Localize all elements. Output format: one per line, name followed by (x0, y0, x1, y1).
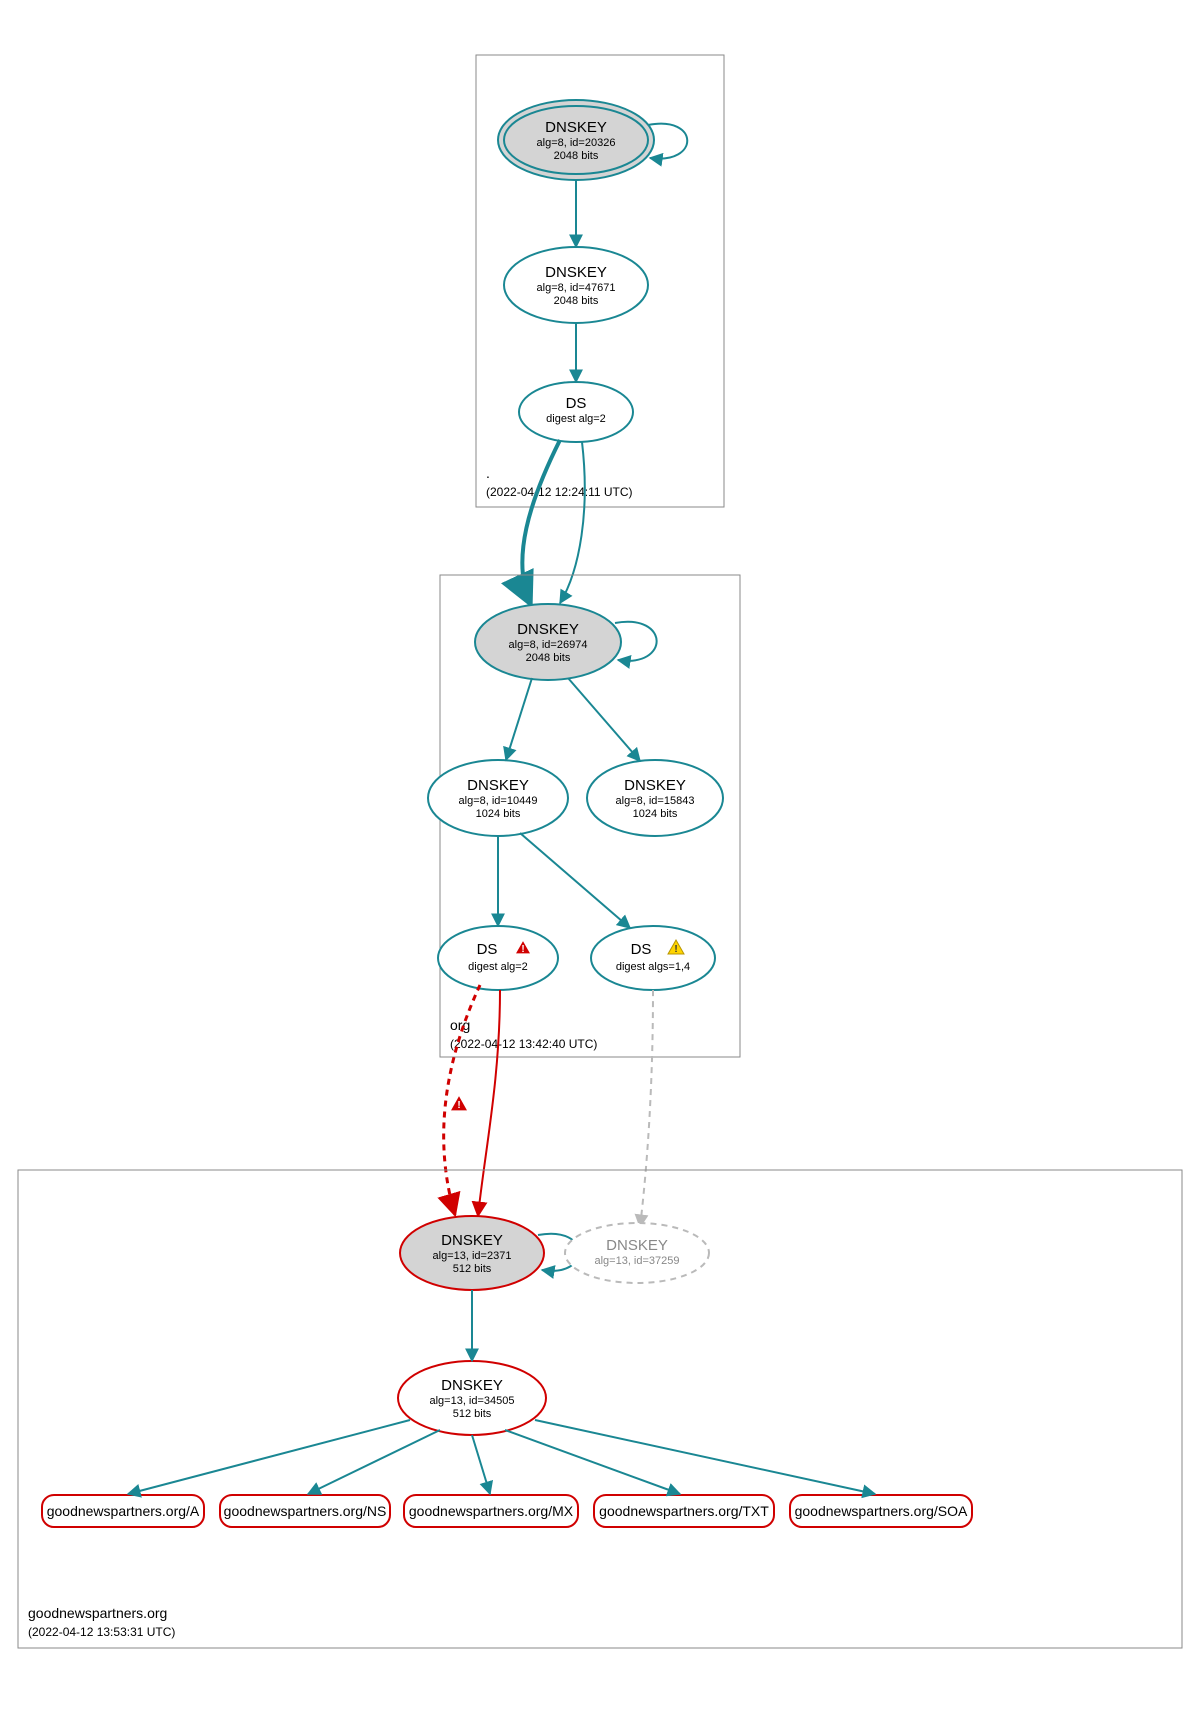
svg-text:alg=13, id=37259: alg=13, id=37259 (594, 1255, 679, 1267)
edge-org-ds1-dom-ksk-solid (478, 990, 500, 1216)
zone-root: . (2022-04-12 12:24:11 UTC) DNSKEY alg=8… (476, 55, 724, 507)
dnssec-diagram: . (2022-04-12 12:24:11 UTC) DNSKEY alg=8… (0, 0, 1200, 1711)
svg-text:2048 bits: 2048 bits (526, 652, 571, 664)
svg-text:DS: DS (566, 395, 587, 412)
edge-zsk-soa (535, 1420, 875, 1494)
svg-text:!: ! (457, 1100, 460, 1111)
svg-text:alg=8, id=10449: alg=8, id=10449 (459, 795, 538, 807)
svg-text:alg=8, id=20326: alg=8, id=20326 (537, 137, 616, 149)
svg-text:DNSKEY: DNSKEY (624, 777, 686, 794)
svg-text:alg=8, id=47671: alg=8, id=47671 (537, 282, 616, 294)
edge-zsk-ns (308, 1430, 440, 1494)
svg-text:goodnewspartners.org/MX: goodnewspartners.org/MX (409, 1503, 574, 1519)
node-org-ds1: DS digest alg=2 ! (438, 926, 558, 990)
node-org-ds2: DS digest algs=1,4 ! (591, 926, 715, 990)
zone-org-timestamp: (2022-04-12 13:42:40 UTC) (450, 1037, 597, 1051)
svg-text:goodnewspartners.org/SOA: goodnewspartners.org/SOA (795, 1503, 968, 1519)
leaf-soa: goodnewspartners.org/SOA (790, 1495, 972, 1527)
node-root-ds: DS digest alg=2 (519, 382, 633, 442)
svg-text:DNSKEY: DNSKEY (545, 264, 607, 281)
edge-root-ds-org-ksk (560, 442, 585, 603)
leaf-txt: goodnewspartners.org/TXT (594, 1495, 774, 1527)
svg-text:DNSKEY: DNSKEY (517, 621, 579, 638)
svg-text:alg=8, id=15843: alg=8, id=15843 (616, 795, 695, 807)
svg-text:alg=13, id=2371: alg=13, id=2371 (433, 1250, 512, 1262)
leaf-mx: goodnewspartners.org/MX (404, 1495, 578, 1527)
svg-text:DS: DS (631, 941, 652, 958)
svg-text:2048 bits: 2048 bits (554, 295, 599, 307)
svg-text:!: ! (521, 944, 524, 955)
edge-org-ksk-zsk2 (568, 678, 640, 761)
svg-text:alg=13, id=34505: alg=13, id=34505 (429, 1395, 514, 1407)
node-org-ksk: DNSKEY alg=8, id=26974 2048 bits (475, 604, 621, 680)
svg-text:alg=8, id=26974: alg=8, id=26974 (509, 639, 588, 651)
svg-text:1024 bits: 1024 bits (633, 808, 678, 820)
svg-text:1024 bits: 1024 bits (476, 808, 521, 820)
zone-root-name: . (486, 465, 490, 481)
svg-text:DNSKEY: DNSKEY (441, 1232, 503, 1249)
svg-text:digest alg=2: digest alg=2 (546, 413, 606, 425)
zone-domain-name: goodnewspartners.org (28, 1605, 167, 1621)
edge-org-ds2-dom-ghost (640, 990, 653, 1227)
svg-text:2048 bits: 2048 bits (554, 150, 599, 162)
svg-text:512 bits: 512 bits (453, 1408, 492, 1420)
node-org-zsk1: DNSKEY alg=8, id=10449 1024 bits (428, 760, 568, 836)
svg-text:goodnewspartners.org/A: goodnewspartners.org/A (47, 1503, 200, 1519)
svg-text:DNSKEY: DNSKEY (606, 1237, 668, 1254)
svg-text:DNSKEY: DNSKEY (441, 1377, 503, 1394)
edge-org-zsk1-ds2 (520, 833, 630, 928)
svg-text:!: ! (674, 944, 677, 955)
zone-root-timestamp: (2022-04-12 12:24:11 UTC) (486, 485, 633, 499)
warning-icon: ! (450, 1095, 468, 1111)
zone-org: org (2022-04-12 13:42:40 UTC) DNSKEY alg… (428, 575, 740, 1057)
svg-text:digest algs=1,4: digest algs=1,4 (616, 961, 690, 973)
leaf-ns: goodnewspartners.org/NS (220, 1495, 390, 1527)
edge-org-ksk-zsk1 (506, 678, 532, 760)
svg-text:DS: DS (477, 941, 498, 958)
svg-text:goodnewspartners.org/TXT: goodnewspartners.org/TXT (599, 1503, 769, 1519)
node-dom-ghost: DNSKEY alg=13, id=37259 (565, 1223, 709, 1283)
node-dom-ksk: DNSKEY alg=13, id=2371 512 bits (400, 1216, 544, 1290)
svg-text:DNSKEY: DNSKEY (467, 777, 529, 794)
node-org-zsk2: DNSKEY alg=8, id=15843 1024 bits (587, 760, 723, 836)
edge-zsk-txt (505, 1430, 680, 1494)
edge-zsk-a (128, 1420, 410, 1494)
svg-text:512 bits: 512 bits (453, 1263, 492, 1275)
zone-domain-timestamp: (2022-04-12 13:53:31 UTC) (28, 1625, 175, 1639)
node-root-ksk: DNSKEY alg=8, id=20326 2048 bits (498, 100, 654, 180)
svg-text:goodnewspartners.org/NS: goodnewspartners.org/NS (224, 1503, 387, 1519)
zone-domain: goodnewspartners.org (2022-04-12 13:53:3… (18, 1170, 1182, 1648)
edge-root-ds-org-ksk-thick (522, 440, 560, 605)
node-dom-zsk: DNSKEY alg=13, id=34505 512 bits (398, 1361, 546, 1435)
leaf-a: goodnewspartners.org/A (42, 1495, 204, 1527)
edge-zsk-mx (472, 1435, 490, 1494)
svg-text:digest alg=2: digest alg=2 (468, 961, 528, 973)
node-root-zsk: DNSKEY alg=8, id=47671 2048 bits (504, 247, 648, 323)
svg-text:DNSKEY: DNSKEY (545, 119, 607, 136)
